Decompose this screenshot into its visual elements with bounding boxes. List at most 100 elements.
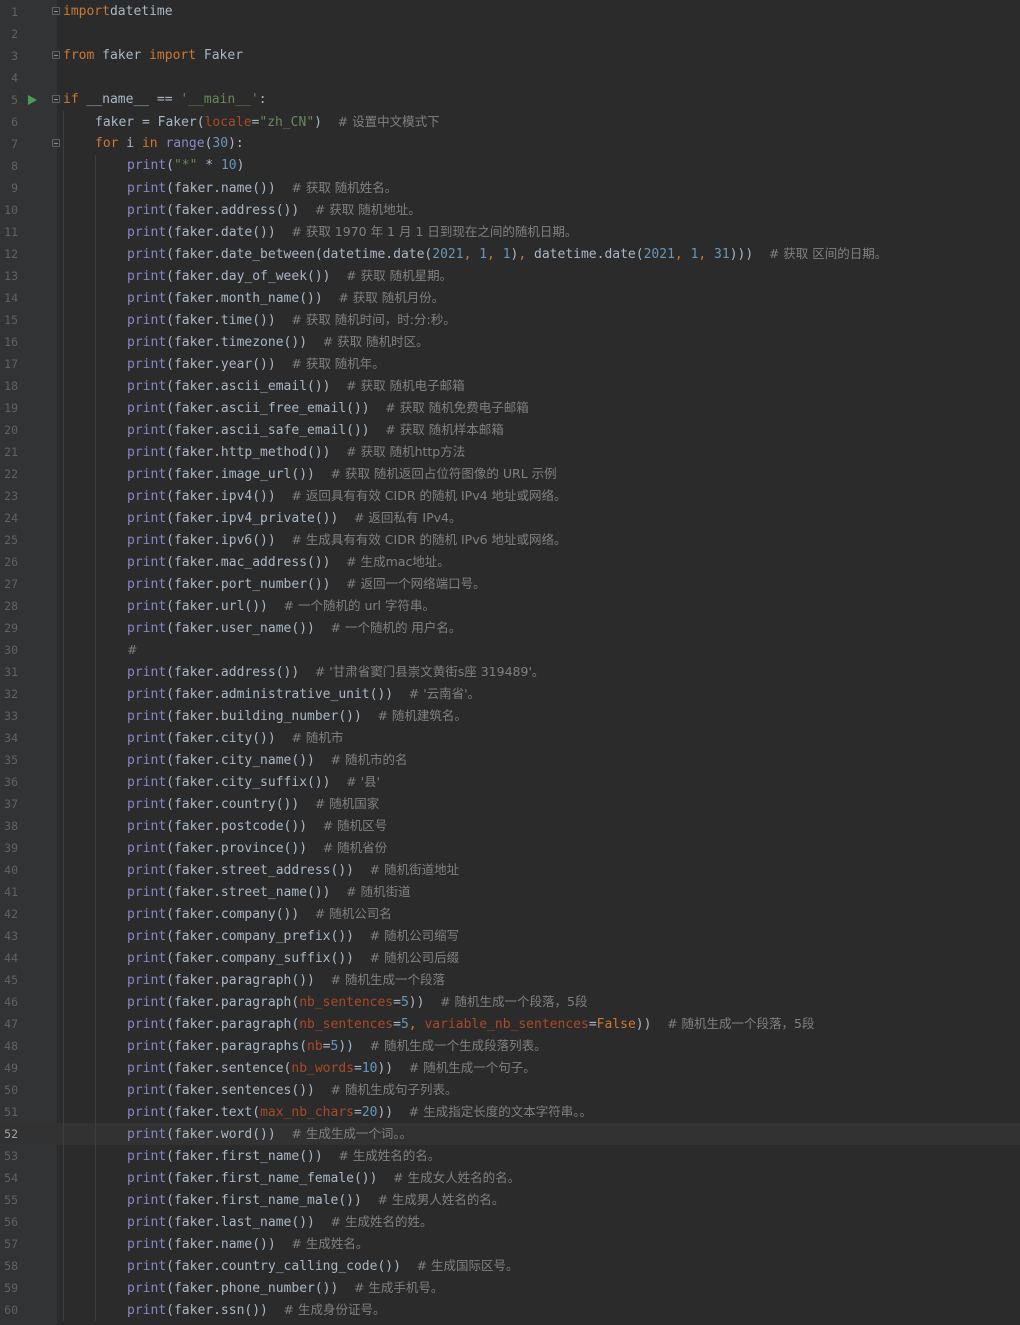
- code-line[interactable]: 53 print(faker.first_name()) # 生成姓名的名。: [0, 1145, 1020, 1167]
- indent-guide: [63, 925, 64, 947]
- code-line[interactable]: 60 print(faker.ssn()) # 生成身份证号。: [0, 1299, 1020, 1321]
- code-line[interactable]: 24 print(faker.ipv4_private()) # 返回私有 IPv…: [0, 507, 1020, 529]
- code-text: print(faker.administrative_unit()) # '云南…: [127, 683, 480, 706]
- code-line[interactable]: 34 print(faker.city()) # 随机市: [0, 727, 1020, 749]
- line-number: 16: [4, 335, 18, 349]
- code-line[interactable]: 57 print(faker.name()) # 生成姓名。: [0, 1233, 1020, 1255]
- indent-guide: [63, 1101, 64, 1123]
- code-line[interactable]: 39 print(faker.province()) # 随机省份: [0, 837, 1020, 859]
- code-token: i: [118, 136, 142, 151]
- code-token: (faker.ipv4()): [166, 489, 292, 504]
- code-token: print: [127, 533, 167, 548]
- code-text: print(faker.paragraph(nb_sentences=5)) #…: [127, 991, 588, 1014]
- code-token: print: [127, 1303, 167, 1318]
- code-text: #: [127, 639, 137, 662]
- code-line[interactable]: 25 print(faker.ipv6()) # 生成具有有效 CIDR 的随机 …: [0, 529, 1020, 551]
- code-line[interactable]: 51 print(faker.text(max_nb_chars=20)) # 生…: [0, 1101, 1020, 1123]
- code-line[interactable]: 47 print(faker.paragraph(nb_sentences=5, …: [0, 1013, 1020, 1035]
- code-text: print(faker.city()) # 随机市: [127, 727, 343, 750]
- code-line[interactable]: 15 print(faker.time()) # 获取 随机时间，时:分:秒。: [0, 309, 1020, 331]
- code-line[interactable]: 18 print(faker.ascii_email()) # 获取 随机电子邮箱: [0, 375, 1020, 397]
- code-token: print: [127, 1215, 167, 1230]
- line-number: 36: [4, 775, 18, 789]
- line-number: 35: [4, 753, 18, 767]
- code-token: # 获取 随机样本邮箱: [385, 422, 504, 437]
- fold-toggle-icon[interactable]: [52, 51, 60, 59]
- code-line[interactable]: 1 importdatetime: [0, 1, 1020, 23]
- code-line[interactable]: 9 print(faker.name()) # 获取 随机姓名。: [0, 177, 1020, 199]
- code-line[interactable]: 10 print(faker.address()) # 获取 随机地址。: [0, 199, 1020, 221]
- line-number: 51: [4, 1105, 18, 1119]
- code-line[interactable]: 23 print(faker.ipv4()) # 返回具有有效 CIDR 的随机 …: [0, 485, 1020, 507]
- code-line[interactable]: 14 print(faker.month_name()) # 获取 随机月份。: [0, 287, 1020, 309]
- code-line[interactable]: 45 print(faker.paragraph()) # 随机生成一个段落: [0, 969, 1020, 991]
- code-line[interactable]: 37 print(faker.country()) # 随机国家: [0, 793, 1020, 815]
- code-line[interactable]: 49 print(faker.sentence(nb_words=10)) # 随…: [0, 1057, 1020, 1079]
- code-line[interactable]: 19 print(faker.ascii_free_email()) # 获取 随…: [0, 397, 1020, 419]
- code-token: # 随机建筑名。: [377, 708, 467, 723]
- code-line[interactable]: 48 print(faker.paragraphs(nb=5)) # 随机生成一个…: [0, 1035, 1020, 1057]
- code-line[interactable]: 5 if __name__ == '__main__':: [0, 89, 1020, 111]
- code-line[interactable]: 16 print(faker.timezone()) # 获取 随机时区。: [0, 331, 1020, 353]
- code-line[interactable]: 20 print(faker.ascii_safe_email()) # 获取 随…: [0, 419, 1020, 441]
- code-token: # 获取 随机年。: [291, 356, 385, 371]
- code-line[interactable]: 31 print(faker.address()) # '甘肃省窦门县崇文黄街s座…: [0, 661, 1020, 683]
- indent-guide: [95, 507, 96, 529]
- code-line[interactable]: 3 from faker import Faker: [0, 45, 1020, 67]
- code-text: print(faker.sentences()) # 随机生成句子列表。: [127, 1079, 457, 1102]
- code-line[interactable]: 30 #: [0, 639, 1020, 661]
- code-line[interactable]: 17 print(faker.year()) # 获取 随机年。: [0, 353, 1020, 375]
- code-token: (faker.address()): [166, 665, 315, 680]
- code-line[interactable]: 2: [0, 23, 1020, 45]
- code-token: print: [127, 863, 167, 878]
- code-line[interactable]: 6 faker = Faker(locale="zh_CN") # 设置中文模式下: [0, 111, 1020, 133]
- code-line[interactable]: 58 print(faker.country_calling_code()) # …: [0, 1255, 1020, 1277]
- code-line[interactable]: 38 print(faker.postcode()) # 随机区号: [0, 815, 1020, 837]
- code-line[interactable]: 42 print(faker.company()) # 随机公司名: [0, 903, 1020, 925]
- code-text: print(faker.phone_number()) # 生成手机号。: [127, 1277, 443, 1300]
- code-line[interactable]: 22 print(faker.image_url()) # 获取 随机返回占位符图…: [0, 463, 1020, 485]
- code-line[interactable]: 59 print(faker.phone_number()) # 生成手机号。: [0, 1277, 1020, 1299]
- fold-toggle-icon[interactable]: [52, 7, 60, 15]
- fold-toggle-icon[interactable]: [52, 139, 60, 147]
- code-line[interactable]: 11 print(faker.date()) # 获取 1970 年 1 月 1 …: [0, 221, 1020, 243]
- code-line[interactable]: 29 print(faker.user_name()) # 一个随机的 用户名。: [0, 617, 1020, 639]
- code-line[interactable]: 33 print(faker.building_number()) # 随机建筑名…: [0, 705, 1020, 727]
- code-line[interactable]: 40 print(faker.street_address()) # 随机街道地址: [0, 859, 1020, 881]
- code-line[interactable]: 12 print(faker.date_between(datetime.date…: [0, 243, 1020, 265]
- code-editor[interactable]: 1 importdatetime 2 3 from faker import Faker…: [0, 0, 1020, 1325]
- code-line[interactable]: 46 print(faker.paragraph(nb_sentences=5))…: [0, 991, 1020, 1013]
- code-text: print(faker.street_name()) # 随机街道: [127, 881, 411, 904]
- code-line[interactable]: 54 print(faker.first_name_female()) # 生成女…: [0, 1167, 1020, 1189]
- indent-guide: [63, 375, 64, 397]
- code-line[interactable]: 8 print("*" * 10): [0, 155, 1020, 177]
- code-token: print: [127, 225, 167, 240]
- code-line[interactable]: 21 print(faker.http_method()) # 获取 随机http…: [0, 441, 1020, 463]
- code-token: (faker.country_calling_code()): [166, 1259, 417, 1274]
- code-line[interactable]: 35 print(faker.city_name()) # 随机市的名: [0, 749, 1020, 771]
- line-number: 59: [4, 1281, 18, 1295]
- code-token: '__main__': [180, 92, 259, 107]
- code-line[interactable]: 27 print(faker.port_number()) # 返回一个网络端口号…: [0, 573, 1020, 595]
- code-line[interactable]: 32 print(faker.administrative_unit()) # '…: [0, 683, 1020, 705]
- code-line[interactable]: 55 print(faker.first_name_male()) # 生成男人姓…: [0, 1189, 1020, 1211]
- code-token: ,: [674, 247, 691, 262]
- code-line[interactable]: 56 print(faker.last_name()) # 生成姓名的姓。: [0, 1211, 1020, 1233]
- code-line[interactable]: 50 print(faker.sentences()) # 随机生成句子列表。: [0, 1079, 1020, 1101]
- code-token: faker = Faker(: [95, 115, 205, 130]
- code-token: # 随机省份: [322, 840, 388, 855]
- code-line[interactable]: 28 print(faker.url()) # 一个随机的 url 字符串。: [0, 595, 1020, 617]
- code-line[interactable]: 41 print(faker.street_name()) # 随机街道: [0, 881, 1020, 903]
- code-line[interactable]: 13 print(faker.day_of_week()) # 获取 随机星期。: [0, 265, 1020, 287]
- code-line[interactable]: 43 print(faker.company_prefix()) # 随机公司缩写: [0, 925, 1020, 947]
- code-line[interactable]: 4: [0, 67, 1020, 89]
- code-line[interactable]: 52 print(faker.word()) # 生成生成一个词。。: [0, 1123, 1020, 1145]
- code-line[interactable]: 36 print(faker.city_suffix()) # '县': [0, 771, 1020, 793]
- code-line[interactable]: 44 print(faker.company_suffix()) # 随机公司后缀: [0, 947, 1020, 969]
- fold-toggle-icon[interactable]: [52, 95, 60, 103]
- run-arrow-icon[interactable]: [28, 95, 37, 105]
- indent-guide: [63, 639, 64, 661]
- line-number: 7: [11, 137, 18, 151]
- code-line[interactable]: 26 print(faker.mac_address()) # 生成mac地址。: [0, 551, 1020, 573]
- code-line[interactable]: 7 for i in range(30):: [0, 133, 1020, 155]
